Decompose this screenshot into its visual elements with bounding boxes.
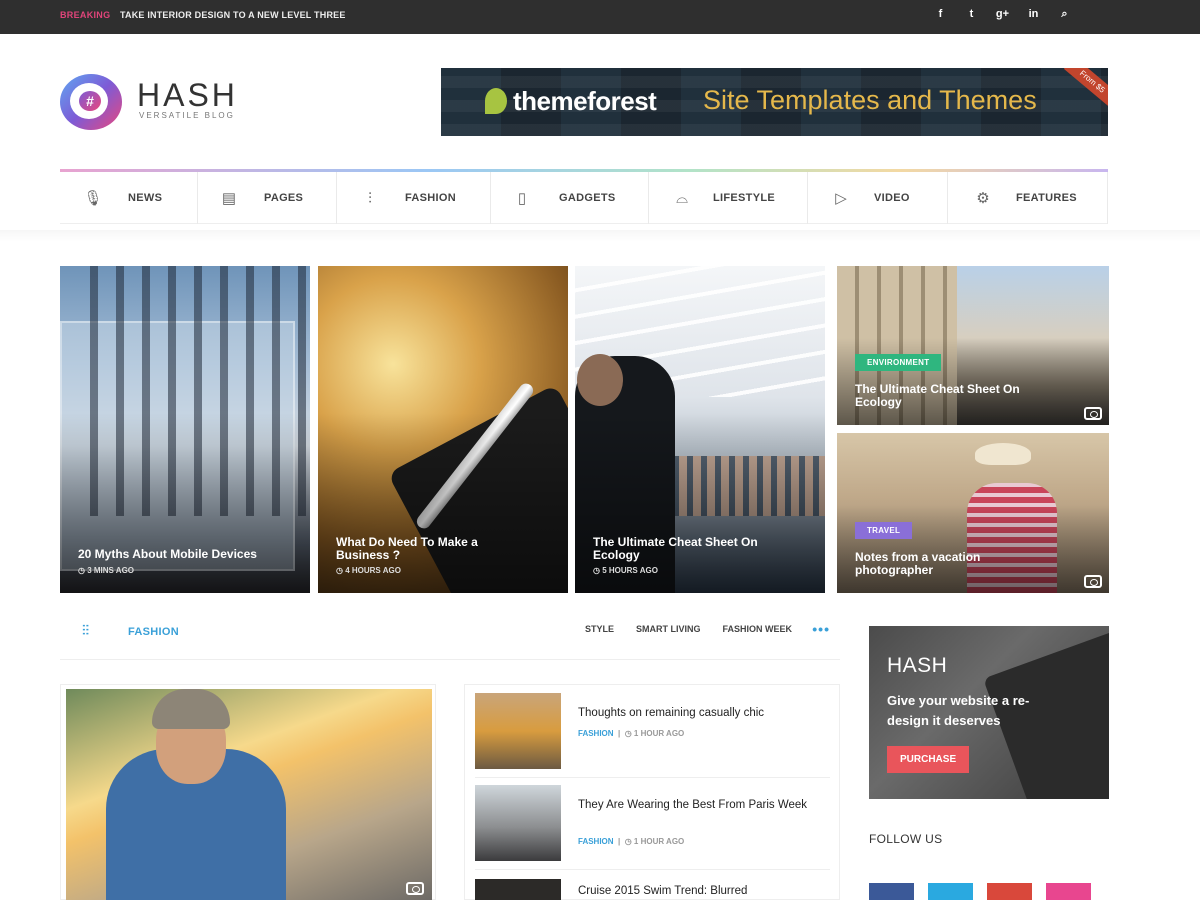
post-title[interactable]: The Ultimate Cheat Sheet On Ecology [855,383,1055,409]
ad-text: Give your website a re-design it deserve… [887,693,1030,728]
post-image [66,689,432,900]
nav-item-lifestyle[interactable]: ⌓ LIFESTYLE [649,172,808,224]
nav-label: GADGETS [559,192,616,204]
post-category[interactable]: FASHION [578,729,614,738]
post-time-text: 4 HOURS AGO [345,566,401,575]
follow-us-heading: FOLLOW US [869,832,943,846]
banner-corner-ribbon: From $5 [1063,68,1108,108]
fashion-section-header: ⫶⫶ FASHION STYLE SMART LIVING FASHION WE… [60,612,840,660]
social-links: f t g+ in ⌕ [925,8,1080,21]
themeforest-leaf-icon [485,88,507,114]
nav-item-features[interactable]: ⚙ FEATURES [948,172,1108,224]
category-badge-environment[interactable]: ENVIRONMENT [855,354,942,371]
purchase-button[interactable]: PURCHASE [887,746,970,773]
post-time-text: 5 HOURS AGO [602,566,658,575]
nav-item-video[interactable]: ▷ VIDEO [808,172,948,224]
tab-style[interactable]: STYLE [585,624,614,634]
document-icon: ▤ [221,190,237,207]
linkedin-icon[interactable]: in [1018,8,1049,21]
post-title[interactable]: The Ultimate Cheat Sheet On Ecology [593,536,783,562]
post-category[interactable]: FASHION [578,837,614,846]
tab-smart-living[interactable]: SMART LIVING [636,624,701,634]
sliders-icon: ⫶ [368,189,372,207]
post-time-text: 3 MINS AGO [87,566,135,575]
camera-icon [1084,575,1102,588]
category-badge-travel[interactable]: TRAVEL [855,522,913,539]
featured-post-mobile-myths[interactable]: 20 Myths About Mobile Devices ◷ 3 MINS A… [60,266,310,593]
post-title[interactable]: Thoughts on remaining casually chic [578,705,808,721]
follow-buttons [869,883,1091,900]
play-circle-icon: ▷ [835,190,847,207]
nav-label: LIFESTYLE [713,192,775,204]
post-thumbnail[interactable] [475,785,561,861]
breaking-news-ticker[interactable]: TAKE INTERIOR DESIGN TO A NEW LEVEL THRE… [120,10,346,20]
breaking-label: BREAKING [60,10,111,20]
gears-icon: ⚙ [976,190,990,207]
post-meta: FASHION | ◷ 1 HOUR AGO [578,837,685,846]
fashion-featured-post[interactable] [60,684,436,900]
featured-post-ecology[interactable]: The Ultimate Cheat Sheet On Ecology ◷ 5 … [575,266,825,593]
microphone-icon: 🎙 [83,190,103,207]
post-time: 1 HOUR AGO [633,837,685,846]
fashion-post-list: Thoughts on remaining casually chic FASH… [464,684,840,900]
sidebar-ad: HASH Give your website a re-design it de… [869,626,1109,799]
post-title[interactable]: 20 Myths About Mobile Devices [78,548,257,561]
site-subtitle: VERSATILE BLOG [139,111,235,120]
post-title[interactable]: They Are Wearing the Best From Paris Wee… [578,797,808,813]
nav-item-gadgets[interactable]: ▯ GADGETS [491,172,649,224]
nav-label: FASHION [405,192,456,204]
featured-post-ecology-small[interactable]: ENVIRONMENT The Ultimate Cheat Sheet On … [837,266,1109,425]
banner-brand: themeforest [513,86,657,116]
section-tabs: STYLE SMART LIVING FASHION WEEK [585,624,792,634]
nav-label: NEWS [128,192,163,204]
twitter-icon[interactable]: t [956,8,987,21]
post-meta: FASHION | ◷ 1 HOUR AGO [578,729,685,738]
banner-tagline: Site Templates and Themes [703,85,1037,115]
sliders-icon: ⫶⫶ [82,622,89,638]
site-title[interactable]: HASH [137,77,238,114]
tab-fashion-week[interactable]: FASHION WEEK [722,624,792,634]
section-title[interactable]: FASHION [128,626,179,638]
more-tabs-button[interactable]: ••• [812,621,830,637]
search-icon[interactable]: ⌕ [1049,8,1080,21]
post-time: ◷ 4 HOURS AGO [336,566,401,575]
post-title[interactable]: What Do Need To Make a Business ? [336,536,506,562]
nav-label: FEATURES [1016,192,1077,204]
google-plus-follow-button[interactable] [987,883,1032,900]
facebook-icon[interactable]: f [925,8,956,21]
dribbble-follow-button[interactable] [1046,883,1091,900]
post-thumbnail[interactable] [475,693,561,769]
nav-item-pages[interactable]: ▤ PAGES [198,172,337,224]
post-time: 1 HOUR AGO [633,729,685,738]
post-title[interactable]: Notes from a vacation photographer [855,551,1015,577]
ad-title: HASH [887,654,948,677]
hash-logo-icon: # [79,91,101,111]
main-nav: 🎙 NEWS ▤ PAGES ⫶ FASHION ▯ GADGETS ⌓ LIF… [60,172,1108,224]
post-time: ◷ 5 HOURS AGO [593,566,658,575]
tablet-icon: ▯ [517,190,527,207]
nav-label: VIDEO [874,192,910,204]
nav-item-news[interactable]: 🎙 NEWS [60,172,198,224]
facebook-follow-button[interactable] [869,883,914,900]
featured-post-vacation[interactable]: TRAVEL Notes from a vacation photographe… [837,433,1109,593]
nav-item-fashion[interactable]: ⫶ FASHION [337,172,491,224]
nav-shadow [0,230,1200,242]
twitter-follow-button[interactable] [928,883,973,900]
featured-post-business[interactable]: What Do Need To Make a Business ? ◷ 4 HO… [318,266,568,593]
camera-icon [1084,407,1102,420]
google-plus-icon[interactable]: g+ [987,8,1018,21]
themeforest-banner-ad[interactable]: themeforest Site Templates and Themes Fr… [441,68,1108,136]
logo-badge[interactable]: # [60,74,122,130]
camera-icon [406,882,424,895]
nav-label: PAGES [264,192,304,204]
post-title[interactable]: Cruise 2015 Swim Trend: Blurred [578,883,808,899]
post-time: ◷ 3 MINS AGO [78,566,135,575]
top-bar: BREAKING TAKE INTERIOR DESIGN TO A NEW L… [0,0,1200,34]
post-thumbnail[interactable] [475,879,561,900]
basket-icon: ⌓ [676,189,688,207]
